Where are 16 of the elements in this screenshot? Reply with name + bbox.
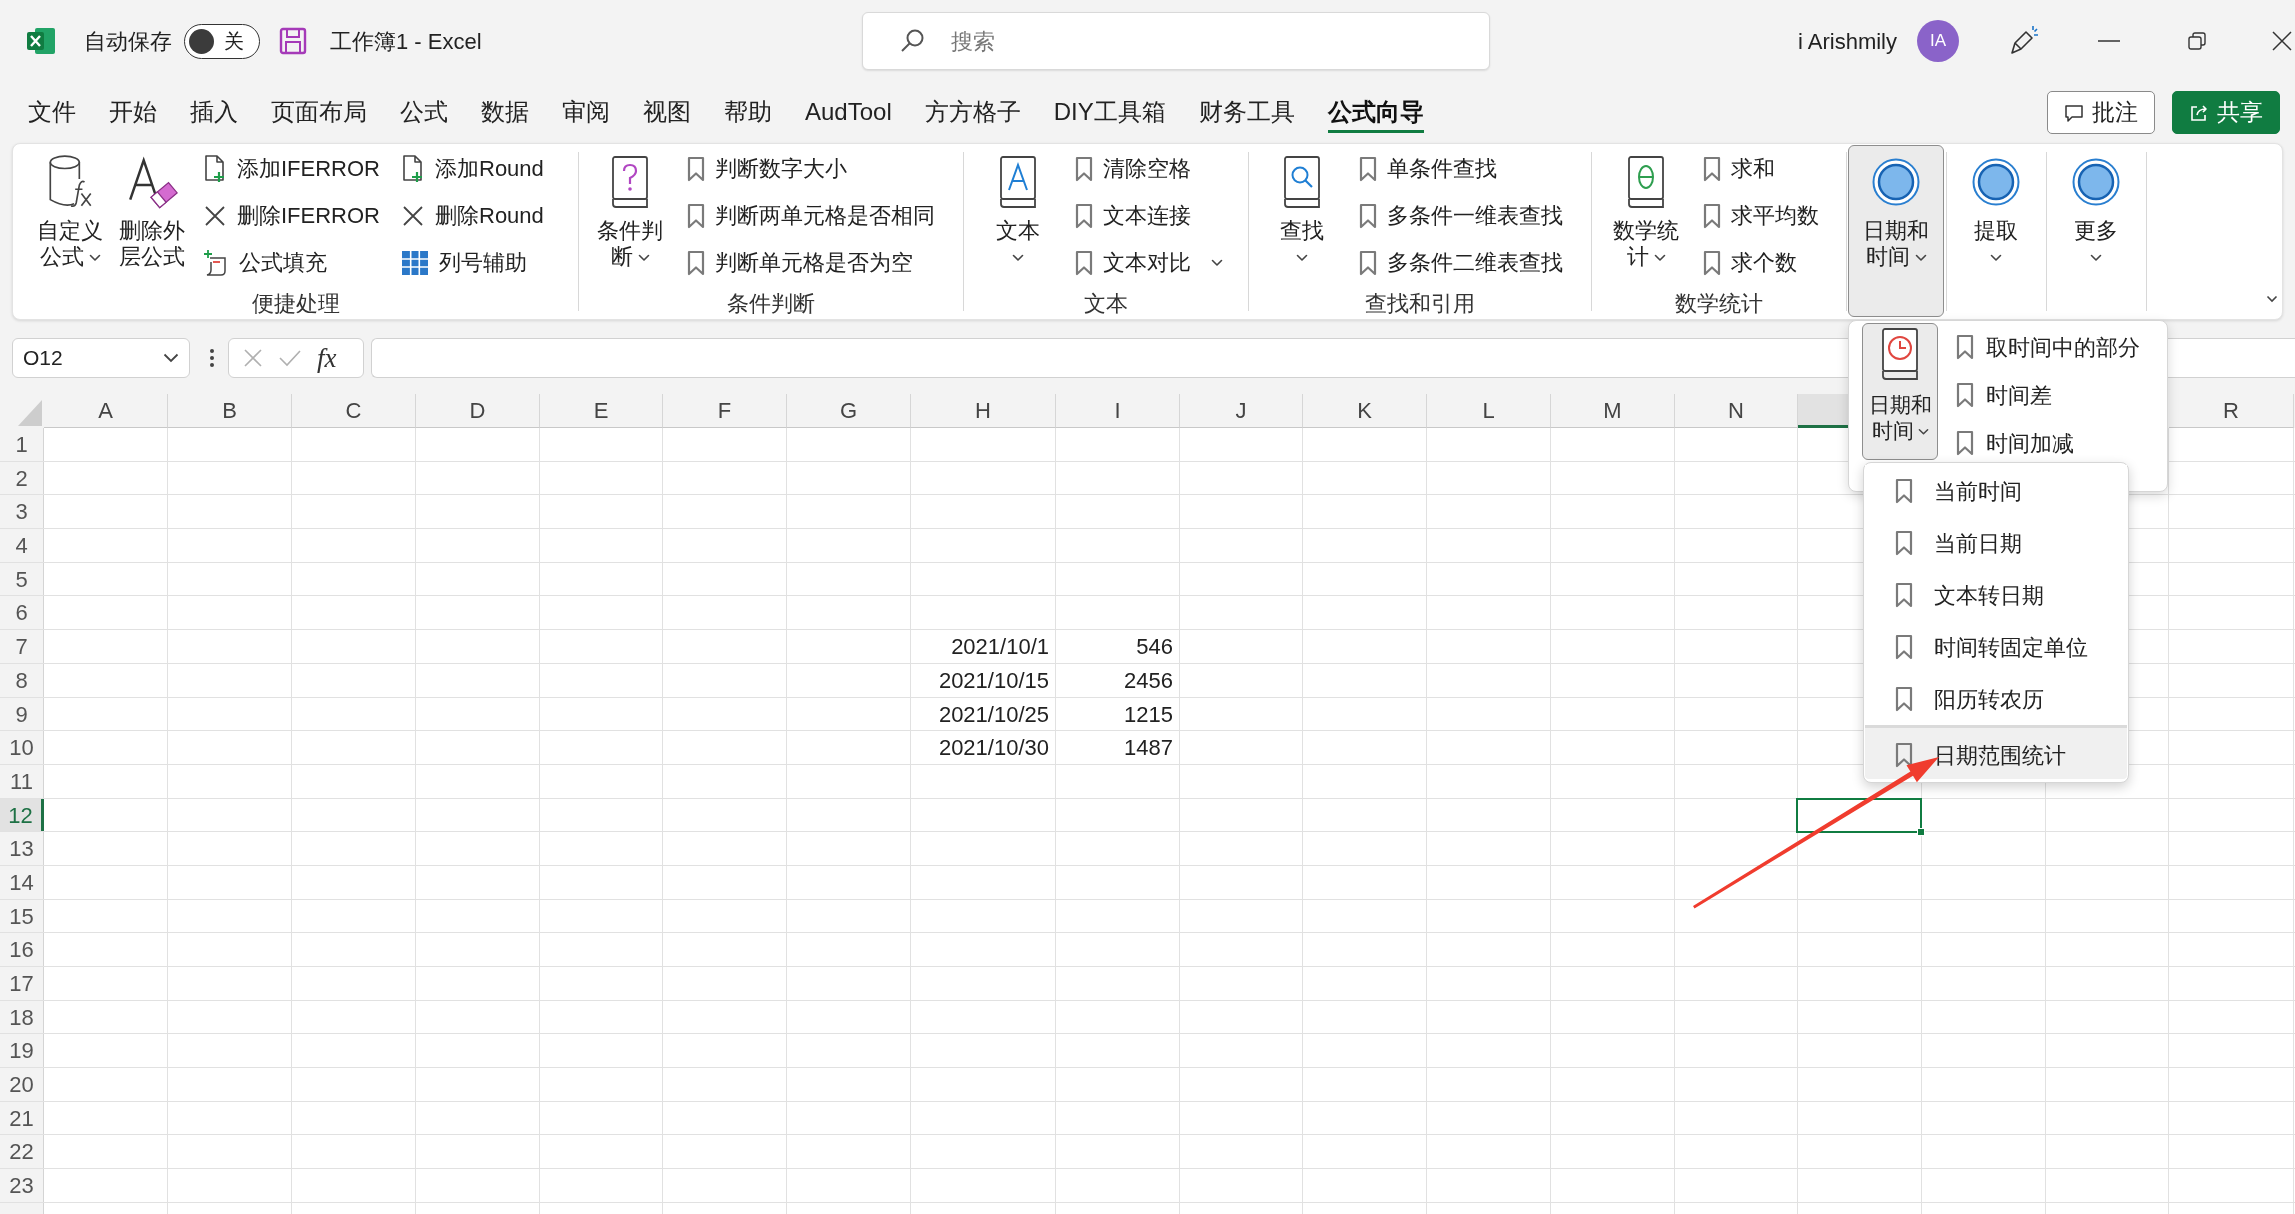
autosave-label: 自动保存 — [84, 27, 172, 56]
table-cell-text: 2021/10/25 — [937, 700, 1050, 729]
table-cell-text: 2021/10/15 — [937, 666, 1050, 695]
group-label: 便捷处理 — [250, 290, 341, 318]
table-cell-text: 2456 — [1123, 666, 1174, 695]
user-name: i Arishmily — [1798, 27, 1897, 56]
table-cell-text: 1215 — [1123, 700, 1174, 729]
document-title: 工作簿1 - Excel — [330, 27, 482, 56]
table-cell-text: 2021/10/30 — [937, 734, 1050, 763]
table-cell-text: 1487 — [1123, 734, 1174, 763]
group-label: 数学统计 — [1674, 290, 1764, 318]
table-cell-text: 546 — [1135, 633, 1174, 662]
table-cell-text: 2021/10/1 — [950, 633, 1050, 662]
group-label: 文本 — [1083, 290, 1129, 318]
group-label: 查找和引用 — [1364, 290, 1476, 318]
group-label: 条件判断 — [726, 290, 816, 318]
